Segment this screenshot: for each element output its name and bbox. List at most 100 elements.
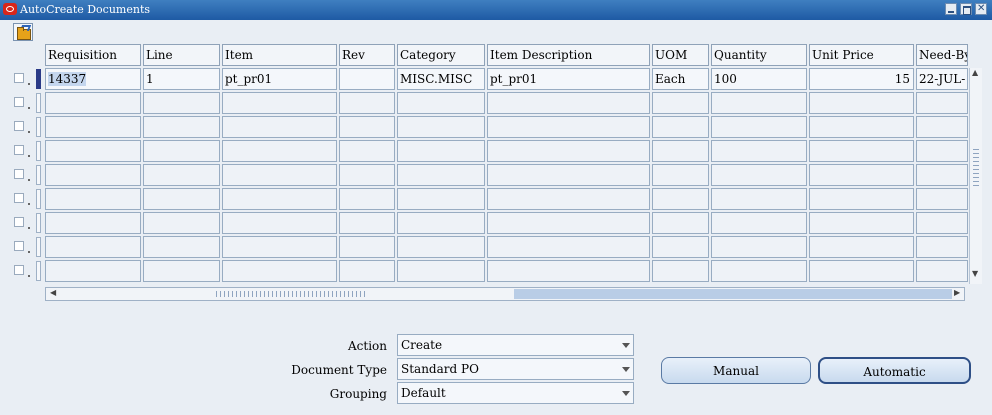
table-cell[interactable] xyxy=(339,188,395,210)
table-cell[interactable] xyxy=(487,92,650,114)
table-cell[interactable] xyxy=(809,212,914,234)
row-checkbox[interactable] xyxy=(14,169,24,179)
table-cell[interactable] xyxy=(652,188,709,210)
table-cell[interactable] xyxy=(487,236,650,258)
table-cell[interactable] xyxy=(711,116,807,138)
table-cell[interactable] xyxy=(397,116,485,138)
table-cell[interactable] xyxy=(397,236,485,258)
table-cell[interactable] xyxy=(45,188,141,210)
table-cell[interactable] xyxy=(916,236,968,258)
manual-button[interactable]: Manual xyxy=(661,357,811,384)
row-indicator[interactable] xyxy=(36,213,41,233)
table-cell[interactable] xyxy=(916,212,968,234)
scroll-grip[interactable] xyxy=(216,291,366,297)
table-cell[interactable] xyxy=(222,188,337,210)
table-cell[interactable] xyxy=(809,116,914,138)
table-cell[interactable] xyxy=(143,236,220,258)
table-cell[interactable] xyxy=(809,140,914,162)
column-header[interactable]: UOM xyxy=(652,44,709,66)
table-cell[interactable] xyxy=(652,236,709,258)
table-cell[interactable] xyxy=(143,164,220,186)
table-cell[interactable] xyxy=(143,92,220,114)
table-cell[interactable] xyxy=(339,164,395,186)
document-type-select[interactable]: Standard PO xyxy=(397,358,634,380)
table-cell[interactable]: pt_pr01 xyxy=(487,68,650,90)
table-cell[interactable] xyxy=(222,92,337,114)
table-cell[interactable] xyxy=(222,140,337,162)
row-checkbox[interactable] xyxy=(14,265,24,275)
table-cell[interactable] xyxy=(339,212,395,234)
table-cell[interactable] xyxy=(916,188,968,210)
table-cell[interactable]: 100 xyxy=(711,68,807,90)
table-cell[interactable] xyxy=(809,92,914,114)
scroll-up-icon[interactable]: ▲ xyxy=(972,68,978,77)
maximize-icon[interactable] xyxy=(960,3,972,15)
row-checkbox[interactable] xyxy=(14,193,24,203)
table-cell[interactable] xyxy=(487,188,650,210)
column-header[interactable]: Line xyxy=(143,44,220,66)
column-header[interactable]: Requisition xyxy=(45,44,141,66)
table-cell[interactable] xyxy=(916,140,968,162)
column-header[interactable]: Category xyxy=(397,44,485,66)
table-cell[interactable]: 15 xyxy=(809,68,914,90)
table-cell[interactable] xyxy=(652,116,709,138)
table-cell[interactable] xyxy=(711,92,807,114)
table-cell[interactable] xyxy=(652,212,709,234)
automatic-button[interactable]: Automatic xyxy=(818,357,971,384)
table-cell[interactable] xyxy=(916,92,968,114)
row-checkbox[interactable] xyxy=(14,145,24,155)
table-cell[interactable] xyxy=(652,260,709,282)
column-header[interactable]: Item Description xyxy=(487,44,650,66)
table-cell[interactable]: 22-JUL- xyxy=(916,68,968,90)
scroll-grip[interactable] xyxy=(973,146,979,186)
action-select[interactable]: Create xyxy=(397,334,634,356)
table-cell[interactable] xyxy=(397,140,485,162)
minimize-icon[interactable] xyxy=(945,3,957,15)
table-cell[interactable]: 14337 xyxy=(45,68,141,90)
table-cell[interactable] xyxy=(222,260,337,282)
table-cell[interactable]: Each xyxy=(652,68,709,90)
table-cell[interactable] xyxy=(143,140,220,162)
table-cell[interactable] xyxy=(397,164,485,186)
table-cell[interactable] xyxy=(916,164,968,186)
row-checkbox[interactable] xyxy=(14,73,24,83)
table-cell[interactable] xyxy=(339,260,395,282)
table-cell[interactable] xyxy=(916,116,968,138)
table-cell[interactable] xyxy=(711,260,807,282)
row-indicator[interactable] xyxy=(36,93,41,113)
table-cell[interactable] xyxy=(711,140,807,162)
table-cell[interactable] xyxy=(45,140,141,162)
table-cell[interactable] xyxy=(916,260,968,282)
table-cell[interactable] xyxy=(222,164,337,186)
table-cell[interactable] xyxy=(809,188,914,210)
table-cell[interactable] xyxy=(143,188,220,210)
row-indicator[interactable] xyxy=(36,237,41,257)
column-header[interactable]: Rev xyxy=(339,44,395,66)
table-cell[interactable]: pt_pr01 xyxy=(222,68,337,90)
column-header[interactable]: Item xyxy=(222,44,337,66)
table-cell[interactable] xyxy=(711,164,807,186)
chevron-down-icon[interactable] xyxy=(622,391,630,396)
table-cell[interactable] xyxy=(45,260,141,282)
column-header[interactable]: Need-By xyxy=(916,44,968,66)
row-indicator[interactable] xyxy=(36,189,41,209)
table-cell[interactable] xyxy=(397,260,485,282)
table-cell[interactable] xyxy=(222,236,337,258)
table-cell[interactable] xyxy=(45,164,141,186)
row-indicator[interactable] xyxy=(36,141,41,161)
table-cell[interactable] xyxy=(339,116,395,138)
table-cell[interactable] xyxy=(45,212,141,234)
row-checkbox[interactable] xyxy=(14,97,24,107)
table-cell[interactable] xyxy=(339,92,395,114)
table-cell[interactable]: MISC.MISC xyxy=(397,68,485,90)
table-cell[interactable] xyxy=(339,68,395,90)
table-cell[interactable] xyxy=(487,212,650,234)
scroll-thumb[interactable] xyxy=(514,289,952,299)
table-cell[interactable] xyxy=(143,212,220,234)
table-cell[interactable]: 1 xyxy=(143,68,220,90)
table-cell[interactable] xyxy=(809,236,914,258)
table-cell[interactable] xyxy=(339,236,395,258)
table-cell[interactable] xyxy=(809,164,914,186)
scroll-right-icon[interactable]: ▶ xyxy=(954,288,960,297)
grouping-select[interactable]: Default xyxy=(397,382,634,404)
